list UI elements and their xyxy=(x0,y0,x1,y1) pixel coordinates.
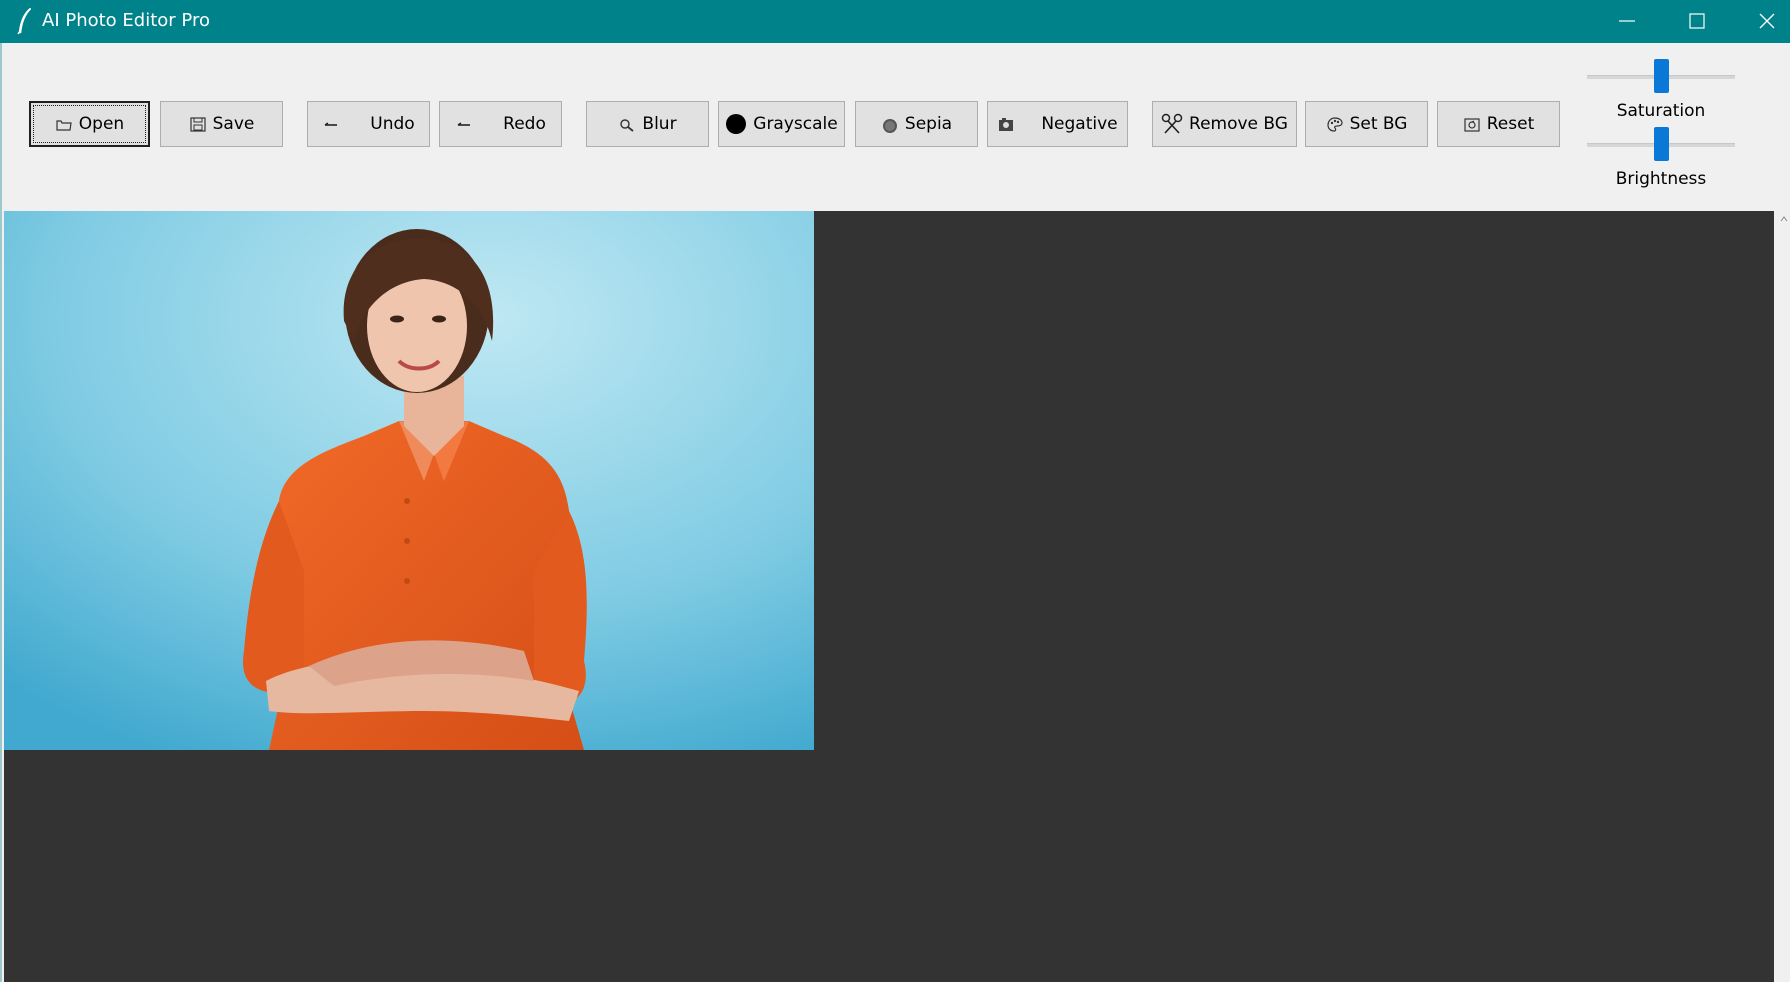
brightness-slider[interactable] xyxy=(1587,127,1735,163)
open-button[interactable]: Open xyxy=(29,101,150,147)
close-icon xyxy=(1759,13,1775,29)
blur-label: Blur xyxy=(642,114,677,134)
negative-label: Negative xyxy=(1041,114,1118,134)
sepia-button[interactable]: Sepia xyxy=(855,101,978,147)
app-window: AI Photo Editor Pro Open Save Undo Redo … xyxy=(0,0,1790,982)
title-bar[interactable]: AI Photo Editor Pro xyxy=(0,0,1790,43)
reset-button[interactable]: Reset xyxy=(1437,101,1560,147)
blur-button[interactable]: Blur xyxy=(586,101,709,147)
maximize-button[interactable] xyxy=(1662,0,1732,43)
maximize-icon xyxy=(1689,13,1705,29)
reset-label: Reset xyxy=(1486,114,1535,134)
close-button[interactable] xyxy=(1732,0,1790,43)
window-title: AI Photo Editor Pro xyxy=(42,10,210,31)
sepia-label: Sepia xyxy=(904,114,953,134)
save-label: Save xyxy=(212,114,255,134)
undo-button[interactable]: Undo xyxy=(307,101,430,147)
reset-icon xyxy=(1464,118,1480,132)
saturation-slider[interactable] xyxy=(1587,59,1735,95)
open-label: Open xyxy=(78,114,125,134)
remove-bg-label: Remove BG xyxy=(1189,114,1288,134)
sepia-circle-icon xyxy=(882,119,897,133)
undo-arrow-icon xyxy=(324,122,338,126)
brightness-thumb[interactable] xyxy=(1653,127,1669,161)
feather-icon xyxy=(17,7,32,35)
grayscale-label: Grayscale xyxy=(753,114,838,134)
saturation-thumb[interactable] xyxy=(1653,59,1669,93)
redo-arrow-icon xyxy=(457,122,471,126)
set-bg-label: Set BG xyxy=(1349,114,1408,134)
remove-bg-button[interactable]: Remove BG xyxy=(1152,101,1297,147)
undo-label: Undo xyxy=(370,114,415,134)
scissors-icon xyxy=(1161,113,1183,134)
redo-label: Redo xyxy=(503,114,546,134)
minimize-icon xyxy=(1619,20,1635,22)
black-circle-icon xyxy=(726,114,747,134)
save-button[interactable]: Save xyxy=(160,101,283,147)
saturation-label: Saturation xyxy=(1616,101,1706,121)
floppy-icon xyxy=(190,117,206,132)
image-canvas[interactable] xyxy=(4,211,1774,982)
portrait-photo xyxy=(4,211,814,750)
folder-icon xyxy=(56,120,72,131)
minimize-button[interactable] xyxy=(1592,0,1662,43)
set-bg-button[interactable]: Set BG xyxy=(1305,101,1428,147)
camera-icon xyxy=(999,118,1014,131)
negative-button[interactable]: Negative xyxy=(987,101,1128,147)
magnifier-icon xyxy=(620,119,634,132)
redo-button[interactable]: Redo xyxy=(439,101,562,147)
palette-icon xyxy=(1326,117,1343,132)
scroll-up-arrow-icon[interactable] xyxy=(1780,214,1788,224)
grayscale-button[interactable]: Grayscale xyxy=(718,101,845,147)
window-border xyxy=(0,43,2,982)
brightness-label: Brightness xyxy=(1615,169,1707,189)
